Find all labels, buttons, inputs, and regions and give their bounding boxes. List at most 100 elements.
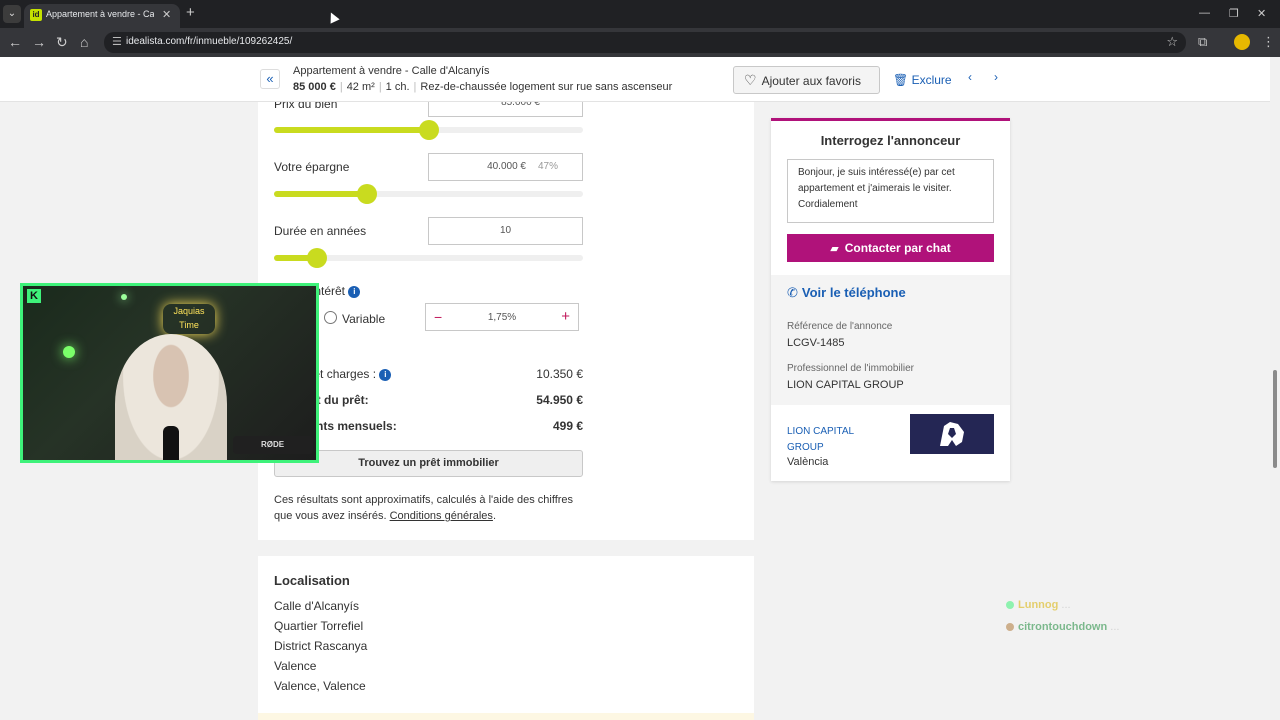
- page-scrollbar[interactable]: [1270, 57, 1280, 720]
- maximize-icon[interactable]: ❐: [1229, 7, 1239, 20]
- contact-title: Interrogez l'annonceur: [820, 133, 961, 148]
- savings-label: Votre épargne: [274, 160, 350, 174]
- rate-stepper[interactable]: − 1,75% +: [425, 303, 579, 331]
- tab-strip: ⌄ id Appartement à vendre - Calle d'Alca…: [0, 0, 1280, 28]
- find-loan-button[interactable]: Trouvez un prêt immobilier: [274, 450, 583, 477]
- info-icon[interactable]: i: [379, 368, 392, 381]
- address-bar[interactable]: ☰ idealista.com/fr/inmueble/109262425/ ☆: [104, 32, 1186, 53]
- chat-text: ...: [1110, 621, 1120, 633]
- window-close-icon[interactable]: ✕: [1257, 7, 1266, 20]
- back-to-list-icon[interactable]: «: [260, 69, 280, 89]
- contact-details: ✆ Voir le téléphone Référence de l'annonc…: [771, 275, 1010, 405]
- chat-bubble-icon: ▰: [830, 243, 839, 255]
- light-glow: [121, 294, 127, 300]
- chat-message: citrontouchdown ...: [1006, 619, 1216, 635]
- kick-logo-icon: K: [27, 289, 41, 303]
- reload-icon[interactable]: ↻: [56, 34, 68, 51]
- contact-chat-button[interactable]: ▰ Contacter par chat: [787, 234, 994, 262]
- location-city: Valence: [274, 659, 317, 673]
- chat-text: ...: [1061, 599, 1071, 611]
- scrollbar-thumb[interactable]: [1273, 370, 1277, 468]
- duration-slider-thumb[interactable]: [307, 248, 328, 268]
- reference-value: LCGV-1485: [787, 337, 845, 349]
- chat-label: Contacter par chat: [844, 241, 951, 255]
- url-text[interactable]: idealista.com/fr/inmueble/109262425/: [126, 36, 292, 47]
- add-favorite-button[interactable]: ♡ Ajouter aux favoris: [733, 66, 880, 94]
- avatar-icon: [1006, 623, 1014, 632]
- home-icon[interactable]: ⌂: [80, 34, 88, 50]
- chat-message: Lunnog ...: [1006, 597, 1216, 613]
- microphone-icon: [163, 426, 179, 460]
- heart-icon: ♡: [744, 72, 757, 88]
- taxes-row: Impôts et charges : i 10.350 €: [274, 367, 583, 381]
- duration-slider[interactable]: [274, 248, 583, 268]
- savings-value: 40.000 €: [487, 161, 526, 172]
- location-notice: [258, 713, 754, 720]
- disclaimer: Ces résultats sont approximatifs, calcul…: [274, 494, 574, 522]
- add-favorite-label: Ajouter aux favoris: [761, 74, 861, 88]
- listing-description: Rez-de-chaussée logement sur rue sans as…: [420, 81, 673, 93]
- taxes-value: 10.350 €: [536, 367, 583, 381]
- duration-input[interactable]: 10: [428, 217, 583, 245]
- phone-icon: ✆: [787, 285, 798, 300]
- price-slider-fill: [274, 127, 429, 133]
- professional-value: LION CAPITAL GROUP: [787, 379, 904, 391]
- mouse-cursor-icon: [326, 10, 340, 24]
- bookmark-star-icon[interactable]: ☆: [1166, 34, 1178, 50]
- variable-rate-label: Variable: [342, 312, 386, 326]
- page-content: « Appartement à vendre - Calle d'Alcanyí…: [0, 57, 1270, 720]
- tab-close-icon[interactable]: ✕: [162, 8, 171, 21]
- forward-arrow-icon[interactable]: →: [32, 34, 46, 50]
- variable-rate-radio[interactable]: [324, 311, 337, 324]
- profile-avatar[interactable]: [1234, 34, 1250, 50]
- duration-value: 10: [499, 225, 512, 236]
- location-quarter: Quartier Torrefiel: [274, 619, 364, 633]
- contact-card: Interrogez l'annonceur Bonjour, je suis …: [771, 118, 1010, 481]
- loan-amount-value: 54.950 €: [536, 393, 583, 407]
- browser-tab[interactable]: id Appartement à vendre - Calle d'Alcany…: [24, 4, 180, 28]
- next-listing-icon[interactable]: ›: [994, 70, 998, 84]
- conditions-link[interactable]: Conditions générales: [390, 510, 493, 522]
- mortgage-calculator: Prix du bien 85.000 € Votre épargne 40.0…: [258, 57, 754, 540]
- minimize-icon[interactable]: —: [1199, 7, 1210, 19]
- location-title: Localisation: [274, 573, 350, 588]
- site-info-icon[interactable]: ☰: [112, 35, 122, 48]
- chat-username: Lunnog: [1018, 599, 1059, 611]
- back-arrow-icon[interactable]: ←: [8, 34, 22, 50]
- contact-message-field[interactable]: Bonjour, je suis intéressé(e) par cet ap…: [787, 159, 994, 223]
- neon-sign: Jaquias Time: [163, 304, 215, 334]
- savings-input[interactable]: 40.000 € 47%: [428, 153, 583, 181]
- tab-title: Appartement à vendre - Calle d'Alcanyís: [46, 9, 154, 19]
- duration-label: Durée en années: [274, 224, 367, 238]
- location-card: Localisation Calle d'Alcanyís Quartier T…: [258, 556, 754, 720]
- tab-search-icon[interactable]: ⌄: [3, 5, 21, 23]
- price-slider[interactable]: [274, 120, 583, 140]
- savings-slider[interactable]: [274, 184, 583, 204]
- location-province: Valence, Valence: [274, 679, 366, 693]
- listing-rooms: 1 ch.: [385, 81, 410, 93]
- sticky-listing-header: « Appartement à vendre - Calle d'Alcanyí…: [0, 57, 1270, 102]
- stream-chat-overlay: Lunnog ... citrontouchdown ...: [1006, 597, 1216, 641]
- menu-kebab-icon[interactable]: ⋮: [1262, 34, 1275, 50]
- agency-logo[interactable]: [910, 414, 994, 454]
- reference-label: Référence de l'annonce: [787, 321, 893, 332]
- price-slider-thumb[interactable]: [418, 120, 439, 140]
- agency-city: València: [787, 456, 829, 468]
- previous-listing-icon[interactable]: ‹: [968, 70, 972, 84]
- location-street: Calle d'Alcanyís: [274, 599, 359, 613]
- show-phone-link[interactable]: ✆ Voir le téléphone: [787, 285, 906, 301]
- extensions-icon[interactable]: ⧉: [1198, 34, 1207, 50]
- monthly-value: 499 €: [552, 419, 583, 433]
- savings-slider-thumb[interactable]: [356, 184, 377, 204]
- badge-icon: [1006, 601, 1014, 610]
- lion-logo-icon: [940, 422, 964, 446]
- info-icon[interactable]: i: [348, 285, 361, 298]
- new-tab-icon[interactable]: +: [186, 4, 195, 21]
- mic-arm: RØDE: [233, 436, 313, 454]
- agency-link[interactable]: LION CAPITAL GROUP: [787, 424, 877, 456]
- exclude-button[interactable]: 🗑 Exclure: [893, 73, 952, 87]
- listing-meta: 85 000 € | 42 m² | 1 ch. | Rez-de-chaussée log…: [293, 81, 673, 93]
- professional-label: Professionnel de l'immobilier: [787, 363, 914, 374]
- plus-icon[interactable]: +: [561, 308, 570, 325]
- savings-slider-fill: [274, 191, 367, 197]
